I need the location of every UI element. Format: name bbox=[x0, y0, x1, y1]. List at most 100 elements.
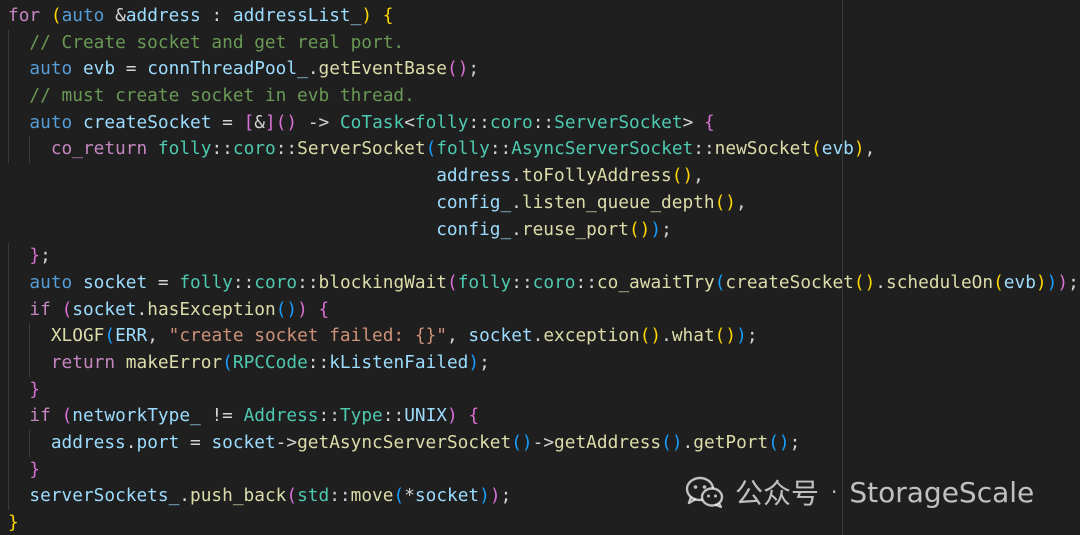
code-token: ; bbox=[500, 485, 512, 507]
code-line[interactable]: XLOGF(ERR, "create socket failed: {}", s… bbox=[8, 323, 1079, 350]
code-line[interactable]: auto createSocket = [&]() -> CoTask<foll… bbox=[8, 109, 1079, 137]
code-token: . bbox=[307, 58, 319, 80]
indent-guide bbox=[8, 296, 9, 324]
code-token: evb bbox=[82, 58, 116, 80]
watermark-label: 公众号 bbox=[735, 477, 820, 510]
code-token: auto bbox=[29, 271, 73, 293]
code-token: connThreadPool_ bbox=[147, 58, 308, 80]
code-token: AsyncServerSocket bbox=[511, 138, 694, 160]
code-token: config_ bbox=[436, 191, 512, 213]
code-token: ) bbox=[489, 485, 501, 507]
watermark-brand: StorageScale bbox=[849, 475, 1035, 509]
code-line[interactable]: } bbox=[8, 376, 1079, 404]
code-token: getEventBase bbox=[318, 58, 447, 80]
code-token: evb bbox=[821, 138, 854, 160]
code-token: // Create socket and get real port. bbox=[29, 31, 405, 53]
indent-guide bbox=[29, 136, 31, 164]
code-token: what bbox=[671, 325, 715, 347]
code-token: kListenFailed bbox=[329, 351, 469, 373]
code-line[interactable]: // Create socket and get real port. bbox=[8, 29, 1079, 57]
code-token: , bbox=[446, 325, 469, 347]
code-token: socket bbox=[72, 298, 137, 320]
code-token: ( bbox=[222, 351, 233, 373]
code-token: coro bbox=[489, 111, 533, 133]
code-token: coro bbox=[254, 271, 298, 293]
code-token: address bbox=[125, 5, 201, 26]
code-token: "create socket failed: {}" bbox=[168, 325, 447, 347]
code-token: ServerSocket bbox=[554, 111, 683, 133]
code-token: = bbox=[179, 432, 212, 453]
code-token: :: bbox=[511, 271, 533, 293]
code-line[interactable]: return makeError(RPCCode::kListenFailed)… bbox=[8, 349, 1079, 377]
code-line[interactable]: }; bbox=[8, 243, 1079, 270]
code-token: CoTask bbox=[339, 111, 405, 133]
code-token: } bbox=[29, 378, 41, 400]
code-line[interactable]: if (networkType_ != Address::Type::UNIX)… bbox=[8, 403, 1079, 430]
code-token: ) bbox=[447, 405, 458, 427]
code-token: if bbox=[29, 298, 51, 320]
code-token: ) bbox=[736, 325, 747, 347]
code-token: () bbox=[661, 432, 683, 453]
code-line[interactable]: config_.reuse_port()); bbox=[8, 217, 1079, 244]
code-line[interactable]: address.port = socket->getAsyncServerSoc… bbox=[8, 430, 1079, 457]
code-line[interactable]: config_.listen_queue_depth(), bbox=[8, 190, 1079, 217]
code-token: & bbox=[104, 5, 126, 26]
code-token: port bbox=[136, 432, 180, 453]
code-token: ) bbox=[1057, 271, 1069, 293]
code-token: = bbox=[115, 58, 148, 80]
code-token: , bbox=[693, 165, 704, 187]
code-token: . bbox=[179, 485, 191, 507]
indent-guide bbox=[8, 243, 9, 270]
code-token: ( bbox=[811, 138, 822, 160]
code-line[interactable]: address.toFollyAddress(), bbox=[8, 163, 1079, 190]
indent-guide bbox=[8, 83, 9, 110]
code-token: push_back bbox=[190, 485, 287, 507]
code-token: . bbox=[125, 432, 137, 453]
code-token: Address bbox=[243, 405, 319, 427]
code-token: Type bbox=[339, 405, 383, 427]
code-line[interactable]: for (auto &address : addressList_) { bbox=[8, 3, 1079, 30]
code-token: ( bbox=[393, 485, 405, 507]
code-token: ( bbox=[286, 485, 298, 507]
code-token: serverSockets_ bbox=[29, 485, 180, 507]
code-token: exception bbox=[543, 325, 640, 347]
code-token: :: bbox=[297, 271, 319, 293]
code-token: RPCCode bbox=[232, 351, 308, 373]
code-line[interactable]: if (socket.hasException()) { bbox=[8, 296, 1079, 324]
code-line[interactable]: auto evb = connThreadPool_.getEventBase(… bbox=[8, 56, 1079, 84]
code-token: getAddress bbox=[554, 432, 662, 453]
code-token: if bbox=[29, 405, 51, 427]
code-token: :: bbox=[489, 138, 512, 160]
code-token: ) bbox=[650, 218, 662, 240]
code-block[interactable]: for (auto &address : addressList_) { // … bbox=[8, 3, 1079, 535]
code-editor[interactable]: for (auto &address : addressList_) { // … bbox=[0, 0, 1080, 535]
code-token: ) bbox=[468, 351, 480, 373]
code-token: networkType_ bbox=[72, 405, 201, 427]
code-token: socket bbox=[468, 325, 533, 347]
code-token: evb bbox=[1003, 271, 1036, 293]
code-token: . bbox=[682, 432, 694, 453]
code-token: -> bbox=[275, 432, 298, 453]
indent-guide bbox=[8, 430, 9, 457]
code-token: () bbox=[511, 432, 533, 453]
code-token: coro bbox=[232, 138, 276, 160]
code-token: socket bbox=[414, 485, 480, 507]
code-token: [ bbox=[243, 111, 255, 133]
code-token: ) bbox=[479, 485, 490, 507]
code-line[interactable]: co_return folly::coro::ServerSocket(foll… bbox=[8, 136, 1079, 164]
code-line[interactable]: // must create socket in evb thread. bbox=[8, 83, 1079, 110]
indent-guide bbox=[8, 29, 9, 57]
indent-guide bbox=[8, 109, 9, 137]
code-token: , bbox=[147, 325, 169, 347]
code-token: ( bbox=[714, 271, 726, 293]
code-line[interactable]: auto socket = folly::coro::blockingWait(… bbox=[8, 269, 1079, 297]
code-token: auto bbox=[29, 58, 73, 80]
